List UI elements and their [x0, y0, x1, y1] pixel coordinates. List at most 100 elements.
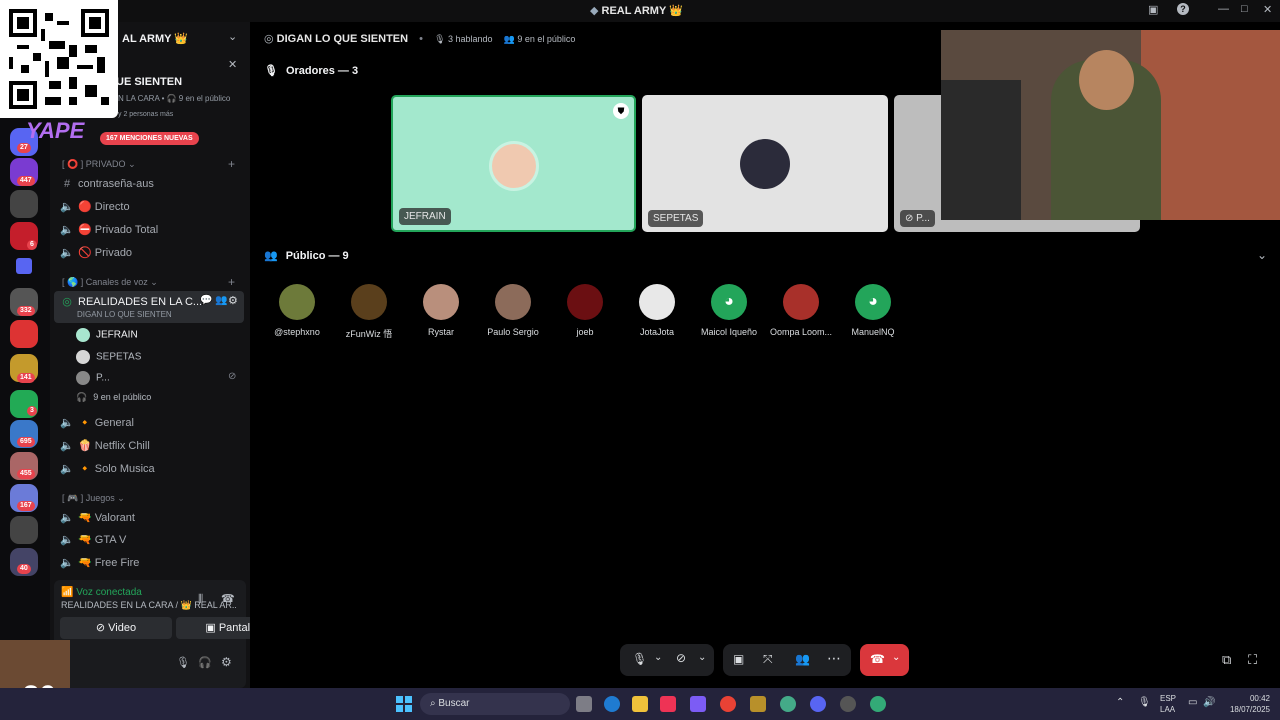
- invite-icon[interactable]: 👥: [795, 652, 810, 666]
- chevron-down-icon[interactable]: ⌄: [1257, 248, 1267, 262]
- server-icon[interactable]: [10, 190, 38, 218]
- channel-valorant[interactable]: 🔈 🔫 Valorant: [60, 511, 135, 524]
- language-indicator[interactable]: ESP LAA: [1160, 693, 1176, 715]
- channel-gta[interactable]: 🔈 🔫 GTA V: [60, 533, 126, 546]
- minimize-button[interactable]: —: [1218, 3, 1229, 15]
- server-badge: 332: [17, 306, 35, 316]
- muted-icon: ⊘: [228, 371, 237, 382]
- leave-stage-button[interactable]: ☎ ⌄: [860, 644, 909, 676]
- fullscreen-icon[interactable]: ⛶: [1248, 652, 1257, 668]
- speaker-tile[interactable]: SEPETAS: [642, 95, 888, 232]
- audience-member[interactable]: joeb: [549, 284, 621, 337]
- stage-audience-count[interactable]: 🎧 9 en el público: [76, 392, 151, 403]
- category-private[interactable]: [ ⭕ ] PRIVADO ⌄: [62, 159, 136, 170]
- folder-icon[interactable]: [16, 258, 32, 274]
- channel-general[interactable]: 🔈 🔸 General: [60, 416, 134, 429]
- channel-direct[interactable]: 🔈 🔴 Directo: [60, 200, 129, 213]
- channel-text[interactable]: # contraseña-aus: [60, 178, 154, 190]
- voice-channel-path[interactable]: REALIDADES EN LA CARA / 👑 REAL AR...: [61, 600, 236, 611]
- stage-header: ◎ DIGAN LO QUE SIENTEN • 🎙 3 hablando 👥 …: [264, 33, 576, 45]
- game-icon[interactable]: [750, 696, 766, 712]
- channel-freefire[interactable]: 🔈 🔫 Free Fire: [60, 556, 139, 569]
- category-games[interactable]: [ 🎮 ] Juegos ⌄: [62, 493, 125, 504]
- invite-icon[interactable]: 👥: [215, 295, 227, 306]
- speaker-tile[interactable]: ⛊ JEFRAIN: [391, 95, 636, 232]
- settings-gear-icon[interactable]: ⚙: [228, 294, 238, 307]
- screen-share-icon[interactable]: ▣: [733, 652, 744, 666]
- discord-logo-icon: ◕: [711, 284, 747, 320]
- server-icon[interactable]: [10, 516, 38, 544]
- more-options-icon[interactable]: ⋯: [827, 650, 841, 667]
- chrome-icon[interactable]: [870, 696, 886, 712]
- maximize-button[interactable]: □: [1241, 3, 1248, 15]
- app-icon[interactable]: [660, 696, 676, 712]
- chevron-down-icon[interactable]: ⌄: [228, 30, 237, 43]
- audience-member[interactable]: JotaJota: [621, 284, 693, 337]
- help-icon[interactable]: ?: [1177, 3, 1189, 15]
- windows-start-icon[interactable]: [396, 696, 412, 712]
- chair: [941, 80, 1021, 220]
- move-to-audience-icon[interactable]: ⤧: [763, 652, 773, 667]
- inbox-icon[interactable]: ▣: [1148, 3, 1158, 16]
- category-voice[interactable]: [ 🌎 ] Canales de voz ⌄: [62, 277, 158, 288]
- pop-out-icon[interactable]: ⧉: [1222, 652, 1231, 668]
- stage-user[interactable]: P...: [76, 371, 110, 385]
- mentions-badge[interactable]: 167 MENCIONES NUEVAS: [100, 132, 199, 145]
- mic-icon[interactable]: 🎙: [632, 652, 647, 666]
- chevron-down-icon[interactable]: ⌄: [892, 652, 900, 663]
- camera-off-icon[interactable]: ⊘: [676, 651, 686, 665]
- network-icon[interactable]: ▭: [1188, 697, 1197, 708]
- chat-icon[interactable]: 💬: [200, 295, 212, 306]
- audience-member[interactable]: @stephxno: [261, 284, 333, 337]
- headphones-icon[interactable]: 🎧: [198, 656, 212, 669]
- chrome-icon[interactable]: [720, 696, 736, 712]
- mic-icon[interactable]: 🎙: [1138, 697, 1151, 708]
- close-button[interactable]: ✕: [1263, 3, 1272, 16]
- close-icon[interactable]: ✕: [228, 58, 237, 71]
- channel-private-total[interactable]: 🔈 ⛔ Privado Total: [60, 223, 158, 236]
- stage-user[interactable]: SEPETAS: [76, 350, 141, 364]
- video-off-icon: ⊘: [95, 622, 109, 634]
- chrome-icon[interactable]: [780, 696, 796, 712]
- channel-solo-music[interactable]: 🔈 🔸 Solo Musica: [60, 462, 155, 475]
- add-channel-icon[interactable]: +: [228, 157, 235, 171]
- add-channel-icon[interactable]: +: [228, 275, 235, 289]
- chevron-down-icon[interactable]: ⌄: [698, 652, 706, 663]
- mic-icon[interactable]: 🎙: [176, 656, 190, 669]
- file-explorer-icon[interactable]: [632, 696, 648, 712]
- server-badge: 6: [27, 240, 37, 250]
- stage-popup-subtitle: N LA CARA • 🎧 9 en el público: [118, 94, 231, 103]
- server-badge: 27: [17, 143, 31, 153]
- copilot-icon[interactable]: [690, 696, 706, 712]
- audience-member[interactable]: ◕ ManuelNQ: [837, 284, 909, 337]
- task-view-icon[interactable]: [576, 696, 592, 712]
- avatar: [76, 350, 90, 364]
- video-button[interactable]: ⊘ Video: [60, 617, 172, 639]
- disconnect-icon[interactable]: ☎: [221, 592, 235, 605]
- server-icon[interactable]: [10, 320, 38, 348]
- search-box[interactable]: ⌕ Buscar: [420, 693, 570, 715]
- clock[interactable]: 00:42 18/07/2025: [1224, 693, 1270, 715]
- obs-icon[interactable]: [840, 696, 856, 712]
- audience-member[interactable]: ◕ Maicol Iqueño: [693, 284, 765, 337]
- avatar: [639, 284, 675, 320]
- user-settings-icon[interactable]: ⚙: [221, 655, 232, 669]
- volume-icon[interactable]: 🔊: [1203, 697, 1215, 708]
- server-name[interactable]: AL ARMY 👑: [122, 32, 188, 45]
- audience-member[interactable]: Rystar: [405, 284, 477, 337]
- audience-member[interactable]: Oompa Loom...: [765, 284, 837, 337]
- avatar: [351, 284, 387, 320]
- audience-member[interactable]: zFunWiz 悟: [333, 284, 405, 340]
- discord-icon[interactable]: [810, 696, 826, 712]
- tray-chevron-up-icon[interactable]: ⌃: [1116, 697, 1124, 708]
- stage-user[interactable]: JEFRAIN: [76, 328, 138, 342]
- chevron-down-icon[interactable]: ⌄: [654, 652, 662, 663]
- muted-icon: ⊘: [905, 213, 917, 224]
- audience-member[interactable]: Paulo Sergio: [477, 284, 549, 337]
- noise-suppression-icon[interactable]: ⦀: [198, 592, 203, 607]
- public-count: 9 en el público: [517, 34, 576, 44]
- channel-netflix[interactable]: 🔈 🍿 Netflix Chill: [60, 439, 150, 452]
- channel-stage[interactable]: ◎ REALIDADES EN LA C...: [60, 295, 202, 308]
- channel-private[interactable]: 🔈 🚫 Privado: [60, 246, 132, 259]
- edge-icon[interactable]: [604, 696, 620, 712]
